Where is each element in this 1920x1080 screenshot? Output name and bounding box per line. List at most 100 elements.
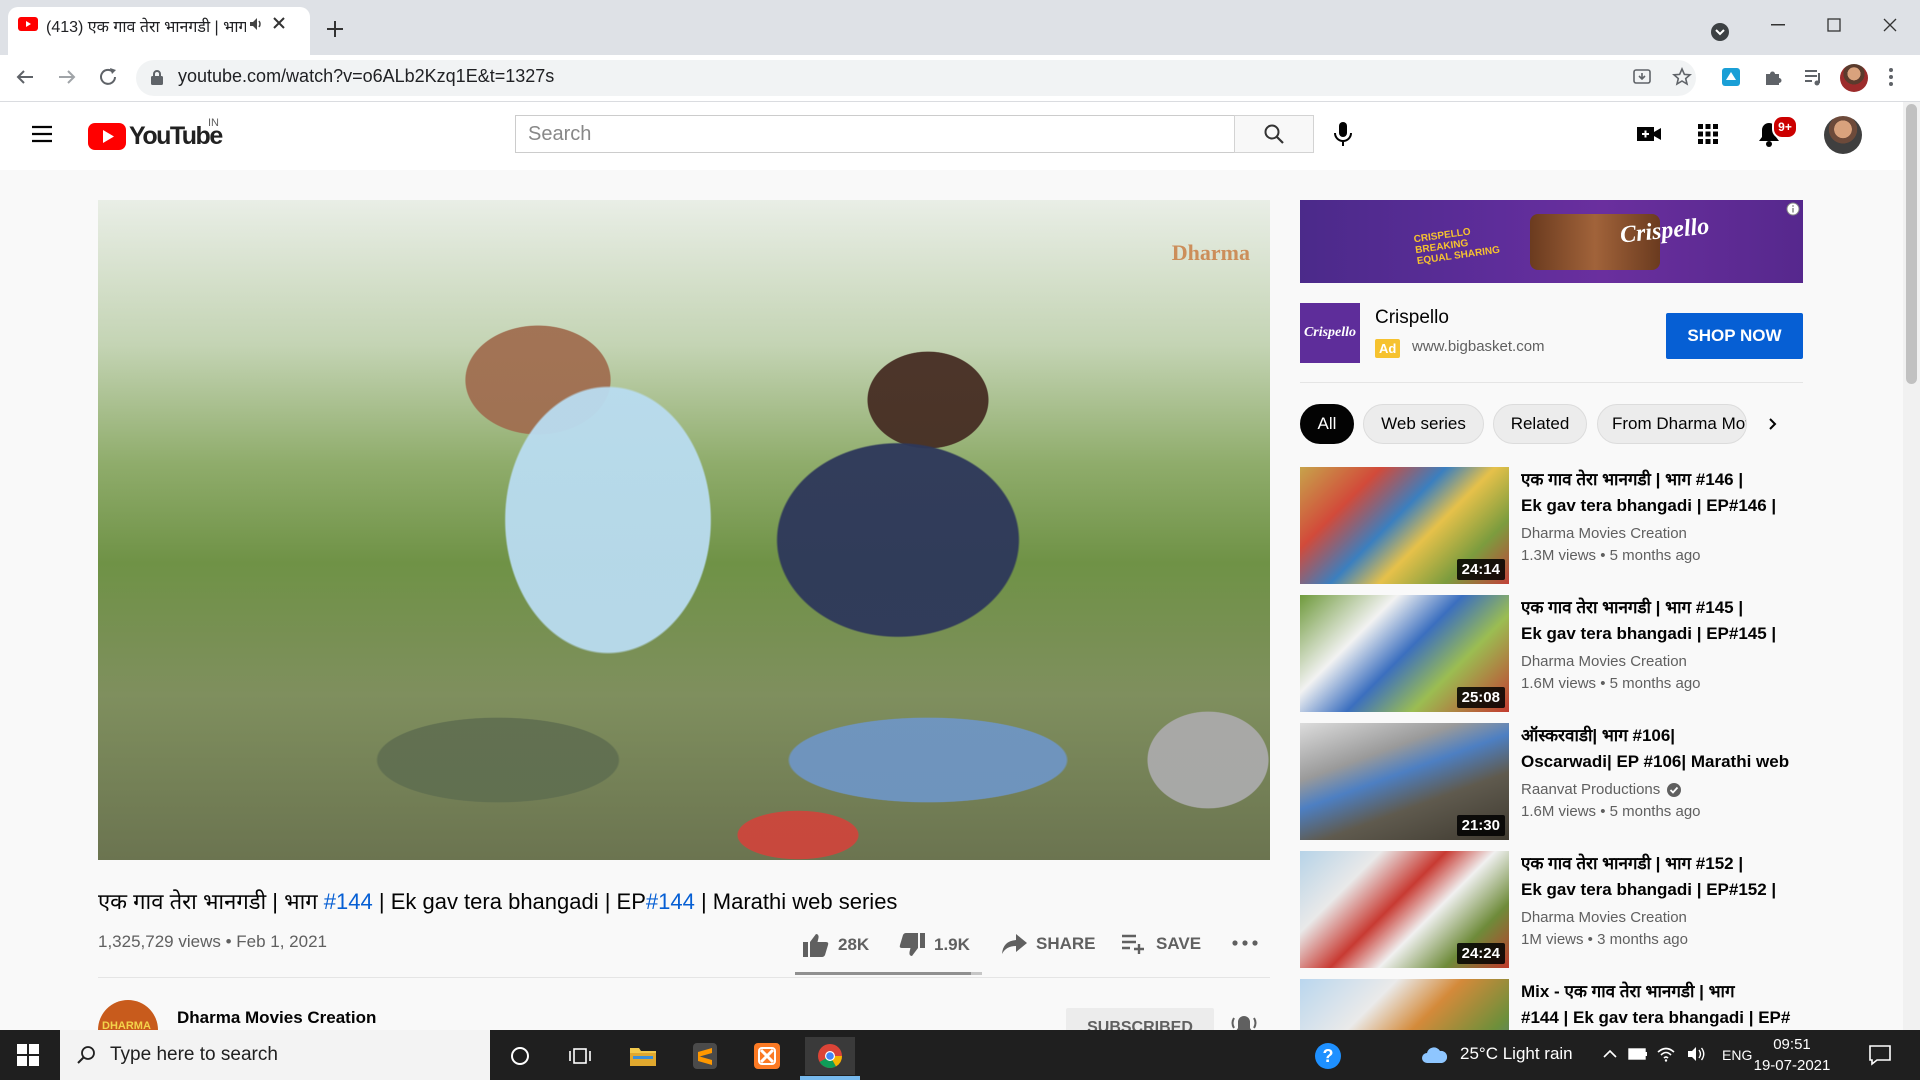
minimize-icon[interactable] <box>1758 10 1798 40</box>
install-app-icon[interactable] <box>1632 67 1652 87</box>
recommendation-title[interactable]: Oscarwadi| EP #106| Marathi web series <box>1521 749 1791 775</box>
windows-start-icon[interactable] <box>16 1043 40 1067</box>
youtube-logo[interactable]: YouTube <box>88 122 223 151</box>
weather-cloud-icon[interactable] <box>1420 1045 1448 1065</box>
recommendation-channel[interactable]: Dharma Movies Creation <box>1521 525 1687 542</box>
recommendation-item[interactable]: 21:30 ऑस्करवाडी| भाग #106| Oscarwadi| EP… <box>1300 723 1810 840</box>
microphone-icon[interactable] <box>1332 120 1354 148</box>
search-input[interactable] <box>516 116 1240 152</box>
apps-grid-icon[interactable] <box>1696 122 1720 146</box>
puzzle-extensions-icon[interactable] <box>1762 66 1784 88</box>
chip-from-channel[interactable]: From Dharma Movies Creation <box>1597 404 1747 444</box>
recommendation-channel[interactable]: Dharma Movies Creation <box>1521 909 1687 926</box>
video-player[interactable]: Dharma <box>98 200 1270 860</box>
reload-icon[interactable] <box>97 66 119 88</box>
recommendation-title[interactable]: Ek gav tera bhangadi | EP#152 | <box>1521 877 1791 903</box>
save-button[interactable]: SAVE <box>1120 932 1201 956</box>
create-video-icon[interactable] <box>1636 122 1662 146</box>
chip-all[interactable]: All <box>1300 404 1354 444</box>
ad-info-icon[interactable] <box>1786 202 1800 216</box>
chip-web-series[interactable]: Web series <box>1363 404 1484 444</box>
video-duration: 24:14 <box>1456 559 1505 580</box>
dislike-button[interactable]: 1.9K <box>898 932 970 958</box>
recommendation-stats: 1.3M views • 5 months ago <box>1521 547 1701 564</box>
channel-name[interactable]: Dharma Movies Creation <box>177 1008 376 1028</box>
ad-banner-image[interactable]: CRISPELLO BREAKING EQUAL SHARING Crispel… <box>1300 200 1803 283</box>
video-duration: 24:24 <box>1456 943 1505 964</box>
cortana-icon[interactable] <box>495 1037 545 1075</box>
user-avatar[interactable] <box>1824 116 1862 154</box>
video-thumbnail[interactable] <box>1300 979 1509 1030</box>
wifi-icon[interactable] <box>1656 1046 1676 1062</box>
recommendation-channel[interactable]: Raanvat Productions <box>1521 781 1682 798</box>
hamburger-menu-icon[interactable] <box>30 122 54 146</box>
hashtag-link[interactable]: #144 <box>646 889 695 914</box>
recommendation-item[interactable]: 24:24 एक गाव तेरा भानगडी | भाग #152 | Ek… <box>1300 851 1810 968</box>
taskbar-search-box[interactable]: Type here to search <box>60 1030 490 1080</box>
volume-icon[interactable] <box>1686 1046 1706 1062</box>
maximize-icon[interactable] <box>1814 10 1854 40</box>
recommendation-title[interactable]: #144 | Ek gav tera bhangadi | EP#144 <box>1521 1005 1791 1030</box>
help-icon[interactable]: ? <box>1313 1041 1343 1071</box>
task-view-icon[interactable] <box>555 1037 605 1075</box>
video-thumbnail[interactable]: 21:30 <box>1300 723 1509 840</box>
verified-check-icon <box>1667 782 1682 797</box>
profile-avatar-icon[interactable] <box>1840 64 1868 92</box>
ad-badge: Ad <box>1375 339 1401 358</box>
weather-text[interactable]: 25°C Light rain <box>1460 1044 1573 1064</box>
recommendation-stats: 1M views • 3 months ago <box>1521 931 1688 948</box>
recommendation-item[interactable]: Mix - एक गाव तेरा भानगडी | भाग #144 | Ek… <box>1300 979 1810 1030</box>
battery-icon[interactable] <box>1628 1047 1648 1061</box>
window-close-icon[interactable] <box>1870 10 1910 40</box>
chrome-taskbar-icon[interactable] <box>805 1037 855 1075</box>
recommendation-title[interactable]: एक गाव तेरा भानगडी | भाग #152 | <box>1521 851 1791 877</box>
shop-now-button[interactable]: SHOP NOW <box>1666 313 1803 359</box>
active-app-indicator <box>800 1076 860 1080</box>
sublime-text-icon[interactable] <box>680 1037 730 1075</box>
url-text[interactable]: youtube.com/watch?v=o6ALb2Kzq1E&t=1327s <box>178 66 554 87</box>
recommendation-item[interactable]: 24:14 एक गाव तेरा भानगडी | भाग #146 | Ek… <box>1300 467 1810 584</box>
speaker-icon[interactable] <box>248 16 264 32</box>
recommendation-title[interactable]: Ek gav tera bhangadi | EP#146 | <box>1521 493 1791 519</box>
xampp-icon[interactable] <box>742 1037 792 1075</box>
forward-arrow-icon[interactable] <box>56 66 78 88</box>
recommendation-title[interactable]: एक गाव तेरा भानगडी | भाग #145 | <box>1521 595 1791 621</box>
input-language[interactable]: ENG <box>1722 1047 1752 1063</box>
tab-search-icon[interactable] <box>1710 22 1730 42</box>
page-scrollbar-thumb[interactable] <box>1906 104 1917 384</box>
lock-icon[interactable] <box>150 69 164 86</box>
video-thumbnail[interactable]: 24:14 <box>1300 467 1509 584</box>
share-arrow-icon <box>1002 934 1027 954</box>
hashtag-link[interactable]: #144 <box>324 889 373 914</box>
video-thumbnail[interactable]: 25:08 <box>1300 595 1509 712</box>
media-queue-icon[interactable] <box>1802 66 1824 88</box>
close-tab-icon[interactable] <box>272 16 286 30</box>
recommendation-item[interactable]: 25:08 एक गाव तेरा भानगडी | भाग #145 | Ek… <box>1300 595 1810 712</box>
recommendation-title[interactable]: ऑस्करवाडी| भाग #106| <box>1521 723 1791 749</box>
chevron-right-icon[interactable] <box>1760 410 1786 438</box>
recommendation-title[interactable]: एक गाव तेरा भानगडी | भाग #146 | <box>1521 467 1791 493</box>
chrome-menu-icon[interactable] <box>1888 66 1894 88</box>
clock[interactable]: 09:51 19-07-2021 <box>1752 1034 1832 1076</box>
video-thumbnail[interactable]: 24:24 <box>1300 851 1509 968</box>
recommendation-channel[interactable]: Dharma Movies Creation <box>1521 653 1687 670</box>
bookmark-star-icon[interactable] <box>1672 67 1692 87</box>
country-code: IN <box>208 117 219 129</box>
share-button[interactable]: SHARE <box>1000 932 1096 956</box>
search-button[interactable] <box>1234 115 1314 153</box>
file-explorer-icon[interactable] <box>618 1037 668 1075</box>
like-button[interactable]: 28K <box>802 932 869 958</box>
notifications-center-icon[interactable] <box>1868 1044 1892 1066</box>
video-duration: 21:30 <box>1456 815 1505 836</box>
svg-text:?: ? <box>1323 1046 1334 1066</box>
back-arrow-icon[interactable] <box>14 66 36 88</box>
show-hidden-icons-chevron-icon[interactable] <box>1602 1048 1618 1060</box>
more-actions-icon[interactable] <box>1232 940 1258 946</box>
advertiser-logo[interactable]: Crispello <box>1300 303 1360 363</box>
recommendation-title[interactable]: Ek gav tera bhangadi | EP#145 | <box>1521 621 1791 647</box>
advertiser-name[interactable]: Crispello <box>1375 307 1449 329</box>
extension-icon[interactable] <box>1720 66 1742 88</box>
recommendation-title[interactable]: Mix - एक गाव तेरा भानगडी | भाग <box>1521 979 1791 1005</box>
chip-related[interactable]: Related <box>1493 404 1587 444</box>
new-tab-plus-icon[interactable] <box>326 20 344 38</box>
